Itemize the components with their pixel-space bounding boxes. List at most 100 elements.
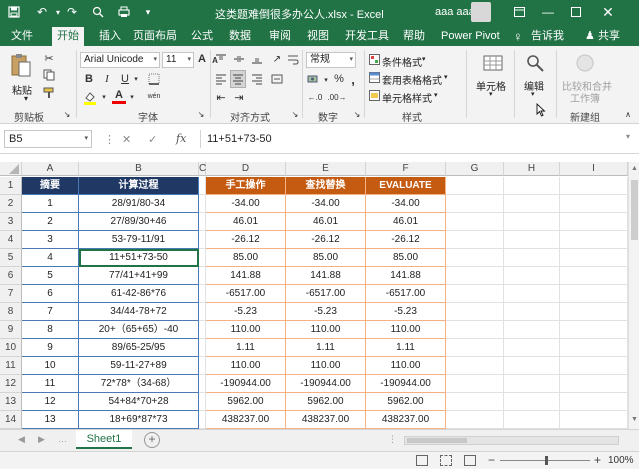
row-header[interactable]: 1 [0,177,22,195]
cell-a[interactable]: 12 [22,393,79,411]
paste-icon[interactable] [10,52,32,78]
cell-e[interactable]: 438237.00 [286,411,366,429]
cell-a[interactable]: 6 [22,285,79,303]
font-color-icon[interactable]: A [112,88,126,104]
align-middle-icon[interactable] [232,52,246,66]
cell-f[interactable]: 110.00 [366,321,446,339]
align-left-icon[interactable] [214,72,228,86]
column-header-a[interactable]: A [22,162,79,176]
format-as-table-icon[interactable] [368,71,380,83]
redo-icon[interactable]: ↷ [64,4,80,20]
cell-e[interactable]: -6517.00 [286,285,366,303]
accounting-format-icon[interactable] [306,72,322,86]
empty-cell[interactable] [504,339,560,357]
cell-a[interactable]: 13 [22,411,79,429]
empty-cell[interactable] [560,285,628,303]
column-header-b[interactable]: B [79,162,199,176]
scroll-up-icon[interactable]: ▲ [631,165,638,172]
row-header[interactable]: 3 [0,213,22,231]
orientation-icon[interactable]: ↗ [270,52,284,66]
cell-a[interactable]: 1 [22,195,79,213]
row-header[interactable]: 8 [0,303,22,321]
cell-f[interactable]: -5.23 [366,303,446,321]
avatar[interactable] [471,2,491,22]
underline-button[interactable]: U [118,72,132,86]
align-bottom-icon[interactable] [250,52,264,66]
maximize-icon[interactable] [562,0,590,24]
empty-cell[interactable] [446,393,504,411]
cell-b[interactable]: 27/89/30+46 [79,213,199,231]
empty-cell[interactable] [199,393,206,411]
paste-dropdown-icon[interactable]: ▾ [24,94,28,103]
insert-function-icon[interactable]: fx [176,132,186,145]
conditional-formatting-button[interactable]: 条件格式 [382,54,422,69]
empty-cell[interactable] [199,267,206,285]
column-header-g[interactable]: G [446,162,504,176]
cell-a[interactable]: 11 [22,375,79,393]
align-top-icon[interactable] [214,52,228,66]
empty-cell[interactable] [446,321,504,339]
empty-cell[interactable] [446,213,504,231]
comma-button[interactable]: , [348,72,358,87]
page-layout-view-icon[interactable] [440,455,452,466]
empty-cell[interactable] [504,195,560,213]
empty-cell[interactable] [560,321,628,339]
cut-icon[interactable]: ✂ [42,51,56,65]
cells-icon[interactable] [482,52,504,74]
percent-button[interactable]: % [332,72,346,86]
cell-b[interactable]: 计算过程 [79,177,199,195]
cell-e[interactable]: 141.88 [286,267,366,285]
row-header[interactable]: 7 [0,285,22,303]
empty-cell[interactable] [504,285,560,303]
row-header[interactable]: 14 [0,411,22,429]
more-sheets-icon[interactable]: … [58,434,67,444]
cell-a[interactable]: 2 [22,213,79,231]
cell-a[interactable]: 7 [22,303,79,321]
row-header[interactable]: 9 [0,321,22,339]
column-header-i[interactable]: I [560,162,628,176]
cell-d[interactable]: 141.88 [206,267,286,285]
empty-cell[interactable] [560,267,628,285]
lightbulb-icon[interactable]: ♀ [508,27,528,46]
cell-e[interactable]: 85.00 [286,249,366,267]
cell-b[interactable]: 54+84*70+28 [79,393,199,411]
empty-cell[interactable] [504,393,560,411]
empty-cell[interactable] [504,177,560,195]
horizontal-scrollbar[interactable] [404,436,619,445]
empty-cell[interactable] [446,411,504,429]
tab-split-icon[interactable]: ⋮ [388,434,397,445]
grow-font-icon[interactable]: A [196,52,208,66]
underline-dropdown-icon[interactable]: ▾ [132,73,140,85]
cell-f[interactable]: 5962.00 [366,393,446,411]
column-header-f[interactable]: F [366,162,446,176]
empty-cell[interactable] [504,357,560,375]
empty-cell[interactable] [446,249,504,267]
tab-help[interactable]: 帮助 [398,27,430,46]
decrease-decimal-icon[interactable]: .00→ [327,90,346,104]
spreadsheet-grid[interactable]: A B C D E F G H I 1 摘要 计算过程 手工操作 查找替换 EVALUAT… [0,162,628,429]
compare-merge-icon[interactable] [574,52,596,74]
empty-cell[interactable] [560,393,628,411]
cell-styles-button[interactable]: 单元格样式 [382,90,432,105]
borders-icon[interactable] [146,72,162,86]
empty-cell[interactable] [560,249,628,267]
next-sheet-icon[interactable]: ▶ [38,434,45,445]
customize-qat-icon[interactable]: ▾ [140,4,156,20]
cell-f[interactable]: 1.11 [366,339,446,357]
horizontal-scroll-thumb[interactable] [407,438,467,443]
cell-styles-icon[interactable] [368,89,380,101]
row-header[interactable]: 4 [0,231,22,249]
empty-cell[interactable] [560,177,628,195]
cell-e[interactable]: 1.11 [286,339,366,357]
cell-e[interactable]: 46.01 [286,213,366,231]
cell-f[interactable]: 46.01 [366,213,446,231]
align-right-icon[interactable] [250,72,264,86]
row-header[interactable]: 10 [0,339,22,357]
cell-b[interactable]: 11+51+73-50 [79,249,199,267]
cell-b[interactable]: 89/65-25/95 [79,339,199,357]
sheet-tab-sheet1[interactable]: Sheet1 [76,430,132,449]
print-preview-icon[interactable] [90,4,106,20]
paste-button-label[interactable]: 粘贴 [12,82,32,97]
phonetic-icon[interactable]: wén [144,88,164,104]
column-header-c[interactable]: C [199,162,206,176]
